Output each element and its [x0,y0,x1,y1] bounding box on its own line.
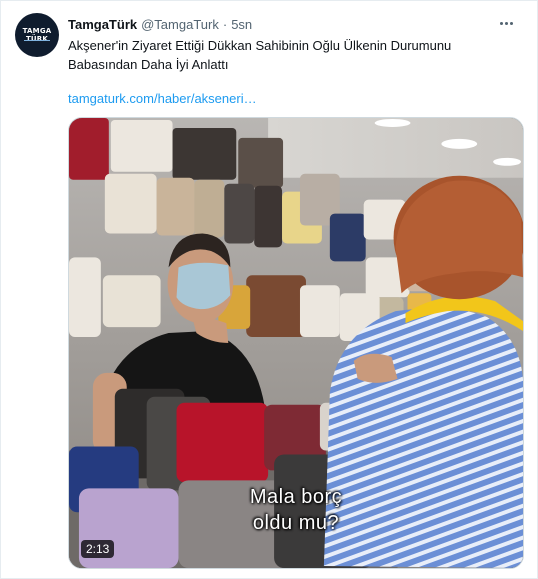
author-name[interactable]: TamgaTürk [68,17,137,32]
tweet-link[interactable]: tamgaturk.com/haber/akseneri… [68,90,257,108]
tweet-header: TamgaTürk @TamgaTurk · 5sn [68,15,517,33]
video-subtitle-line2: oldu mu? [252,512,340,534]
video-player[interactable]: Mala borç oldu mu? 2:13 [68,117,524,569]
tweet-timestamp[interactable]: 5sn [231,17,252,32]
tweet-card[interactable]: TAMGA TÜRK TamgaTürk @TamgaTurk · 5sn Ak… [0,0,538,579]
tweet-text: Akşener'in Ziyaret Ettiği Dükkan Sahibin… [68,38,452,72]
video-duration-badge: 2:13 [81,540,115,558]
avatar-logo-underline [24,40,50,41]
video-subtitle-line1: Mala borç [249,486,343,508]
avatar[interactable]: TAMGA TÜRK [15,13,59,57]
header-separator: · [222,16,228,32]
author-handle[interactable]: @TamgaTurk [141,17,219,32]
more-horizontal-icon[interactable] [495,14,517,32]
